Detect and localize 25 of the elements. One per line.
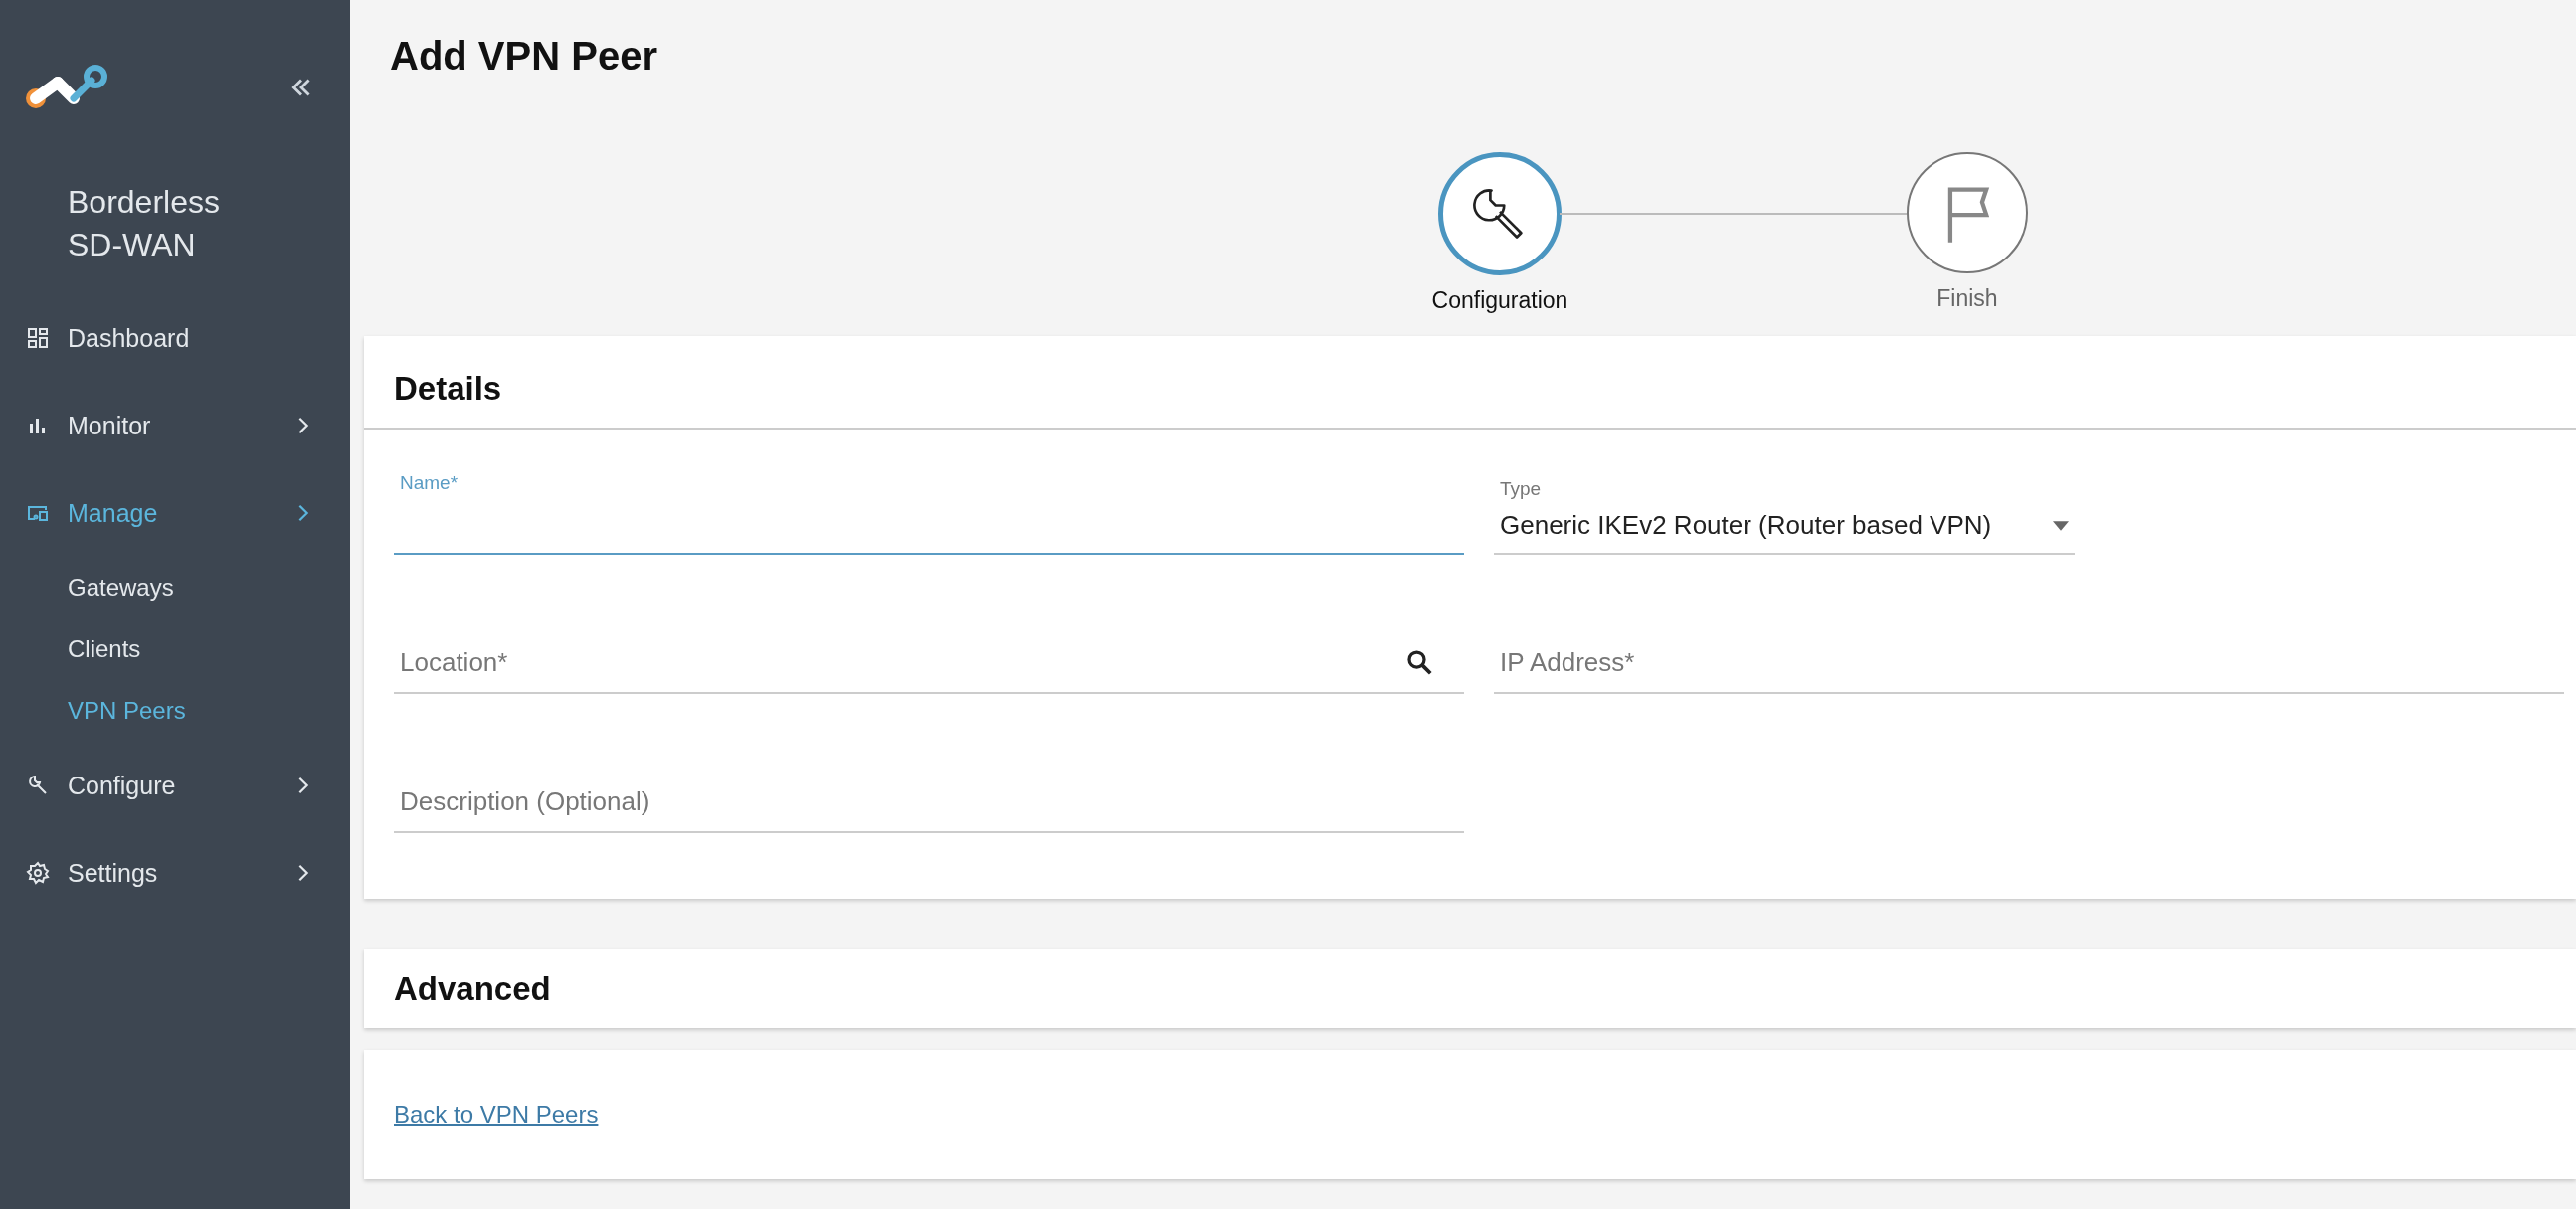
step-label: Finish	[1936, 285, 1998, 312]
back-link[interactable]: Back to VPN Peers	[394, 1101, 599, 1128]
nav-item[interactable]: Monitor	[0, 382, 350, 469]
type-dropdown[interactable]: Generic IKEv2 Router (Router based VPN)	[1494, 506, 2075, 555]
nav-item[interactable]: Configure	[0, 742, 350, 829]
input-field[interactable]: IP Address*	[1494, 639, 2564, 694]
field-label: Name*	[400, 472, 460, 494]
input-field[interactable]: Description (Optional)	[394, 778, 1464, 833]
page-title: Add VPN Peer	[390, 34, 658, 79]
advanced-section[interactable]: Advanced	[364, 949, 2576, 1028]
nav-item[interactable]: Settings	[0, 829, 350, 917]
step-label: Configuration	[1431, 287, 1568, 314]
caret-icon	[2053, 520, 2069, 531]
nav-item[interactable]: Dashboard	[0, 294, 350, 382]
nav-subitem[interactable]: Gateways	[0, 557, 350, 618]
nav-subitem[interactable]: VPN Peers	[0, 680, 350, 742]
field-label: Type	[1500, 478, 1543, 500]
section-title: Details	[393, 369, 503, 409]
grid-icon	[26, 326, 50, 350]
nav-item[interactable]: Manage	[0, 469, 350, 557]
settings-icon	[26, 861, 50, 885]
nav-subitem[interactable]: Clients	[0, 618, 350, 680]
brand-name: Borderless SD-WAN	[67, 183, 221, 264]
search-icon[interactable]	[1404, 647, 1434, 677]
search-field[interactable]: Location*	[394, 639, 1464, 694]
